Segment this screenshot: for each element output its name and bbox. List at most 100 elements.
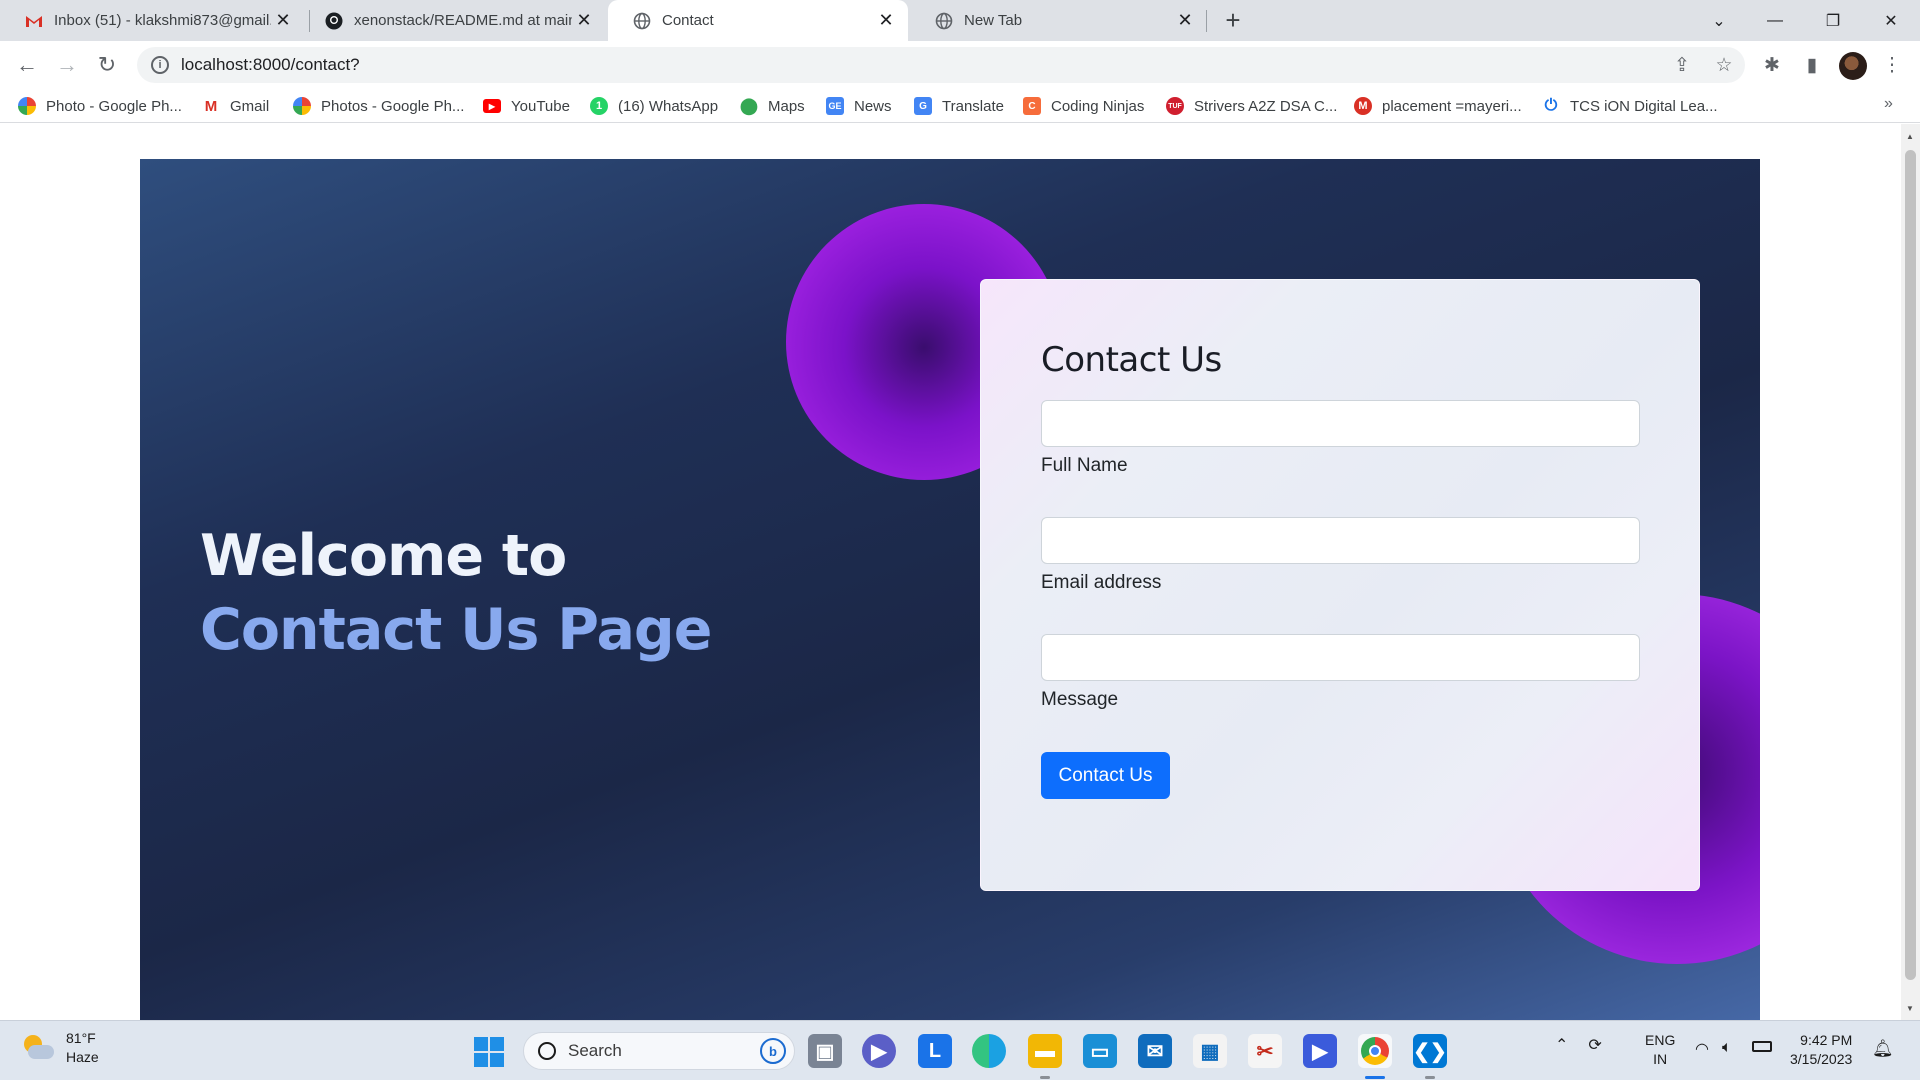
bookmark-label: TCS iON Digital Lea... bbox=[1570, 97, 1718, 115]
url-text[interactable]: localhost:8000/contact? bbox=[181, 55, 360, 75]
reload-icon[interactable]: ↻ bbox=[91, 49, 123, 81]
clock-date: 3/15/2023 bbox=[1790, 1051, 1853, 1067]
microsoft-store-icon[interactable]: ▦ bbox=[1193, 1034, 1227, 1068]
email-input[interactable] bbox=[1041, 517, 1640, 564]
contact-us-button[interactable]: Contact Us bbox=[1041, 752, 1170, 799]
task-view-icon[interactable]: ▣ bbox=[808, 1034, 842, 1068]
bookmark-photos-google[interactable]: Photos - Google Ph... bbox=[293, 95, 464, 117]
site-info-icon[interactable]: i bbox=[151, 56, 169, 74]
bing-icon[interactable]: b bbox=[760, 1038, 786, 1064]
snipping-tool-icon[interactable]: ✂ bbox=[1248, 1034, 1282, 1068]
browser-toolbar: ← → ↻ i localhost:8000/contact? ⇪ ☆ ✱ ▮ … bbox=[0, 41, 1920, 89]
bookmark-news[interactable]: GE News bbox=[826, 95, 892, 117]
welcome-line-1: Welcome to bbox=[200, 523, 567, 589]
page-scrollbar[interactable]: ▲ ▼ bbox=[1901, 124, 1920, 1020]
wifi-icon[interactable]: ◠ bbox=[1695, 1039, 1709, 1059]
scrollbar-thumb[interactable] bbox=[1905, 150, 1916, 980]
battery-icon[interactable] bbox=[1752, 1041, 1772, 1052]
taskbar-search-box[interactable]: Search b bbox=[523, 1032, 795, 1070]
app-l-icon[interactable]: L bbox=[918, 1034, 952, 1068]
youtube-icon: ▶ bbox=[483, 99, 501, 113]
file-explorer-icon[interactable]: ▬ bbox=[1028, 1034, 1062, 1068]
forward-arrow-icon[interactable]: → bbox=[51, 49, 83, 81]
tab-inbox[interactable]: Inbox (51) - klakshmi873@gmail. ✕ bbox=[0, 0, 305, 41]
bookmark-strivers[interactable]: TUF Strivers A2Z DSA C... bbox=[1166, 95, 1337, 117]
side-panel-icon[interactable]: ▮ bbox=[1800, 53, 1824, 77]
message-input[interactable] bbox=[1041, 634, 1640, 681]
bookmark-label: News bbox=[854, 97, 892, 115]
tab-title: Inbox (51) - klakshmi873@gmail. bbox=[54, 12, 271, 29]
tab-separator bbox=[1206, 10, 1207, 32]
power-icon: ⏻ bbox=[1544, 97, 1558, 114]
clock-time: 9:42 PM bbox=[1800, 1032, 1853, 1048]
minimize-icon[interactable]: ― bbox=[1752, 0, 1798, 41]
close-window-icon[interactable]: ✕ bbox=[1868, 0, 1914, 41]
bookmark-label: Strivers A2Z DSA C... bbox=[1194, 97, 1338, 115]
desktop-icon[interactable]: ▭ bbox=[1083, 1034, 1117, 1068]
close-tab-icon[interactable]: ✕ bbox=[271, 9, 295, 33]
bookmark-placement[interactable]: M placement =mayeri... bbox=[1354, 95, 1522, 117]
close-tab-icon[interactable]: ✕ bbox=[874, 9, 898, 33]
translate-icon: G bbox=[914, 97, 932, 115]
bookmark-tcs-ion[interactable]: ⏻ TCS iON Digital Lea... bbox=[1542, 95, 1718, 117]
address-bar[interactable]: i localhost:8000/contact? bbox=[137, 47, 1745, 83]
menu-kebab-icon[interactable]: ⋮ bbox=[1880, 53, 1904, 77]
more-bookmarks-icon[interactable]: » bbox=[1884, 95, 1893, 113]
coding-ninjas-icon: C bbox=[1023, 97, 1041, 115]
welcome-heading: Welcome to Contact Us Page bbox=[200, 519, 712, 667]
bookmark-label: Translate bbox=[942, 97, 1004, 115]
bookmark-label: Maps bbox=[768, 97, 805, 115]
news-icon: GE bbox=[826, 97, 844, 115]
full-name-input[interactable] bbox=[1041, 400, 1640, 447]
close-tab-icon[interactable]: ✕ bbox=[1173, 9, 1197, 33]
full-name-label: Full Name bbox=[1041, 455, 1128, 476]
language-indicator[interactable]: ENG IN bbox=[1645, 1031, 1675, 1069]
tab-contact[interactable]: Contact ✕ bbox=[608, 0, 908, 41]
notification-bell-icon[interactable]: 🔔︎ bbox=[1872, 1039, 1894, 1059]
whatsapp-icon: 1 bbox=[590, 97, 608, 115]
gmail-icon: M bbox=[204, 97, 218, 115]
bookmark-coding-ninjas[interactable]: C Coding Ninjas bbox=[1023, 95, 1144, 117]
media-player-icon[interactable]: ▶ bbox=[1303, 1034, 1337, 1068]
chrome-icon[interactable] bbox=[1358, 1034, 1392, 1068]
bookmark-youtube[interactable]: ▶ YouTube bbox=[483, 95, 570, 117]
close-tab-icon[interactable]: ✕ bbox=[572, 9, 596, 33]
bookmark-star-icon[interactable]: ☆ bbox=[1712, 53, 1736, 77]
contact-form-card: Contact Us Full Name Email address Messa… bbox=[980, 279, 1700, 891]
vscode-icon[interactable]: ❮❯ bbox=[1413, 1034, 1447, 1068]
new-tab-button[interactable]: + bbox=[1220, 7, 1246, 34]
bookmark-translate[interactable]: G Translate bbox=[914, 95, 1004, 117]
tab-search-chevron-icon[interactable]: ⌄ bbox=[1696, 0, 1742, 41]
page-viewport: Welcome to Contact Us Page Contact Us Fu… bbox=[0, 124, 1901, 1020]
system-tray: ⌃ ⟳ bbox=[1555, 1035, 1622, 1055]
bookmark-maps[interactable]: ⬤ Maps bbox=[740, 95, 805, 117]
extensions-puzzle-icon[interactable]: ✱ bbox=[1760, 53, 1784, 77]
weather-haze-icon bbox=[20, 1033, 56, 1063]
scroll-down-icon[interactable]: ▼ bbox=[1906, 1004, 1914, 1013]
bookmark-gmail[interactable]: M Gmail bbox=[202, 95, 269, 117]
sync-icon[interactable]: ⟳ bbox=[1588, 1035, 1601, 1055]
system-clock[interactable]: 9:42 PM 3/15/2023 bbox=[1790, 1031, 1852, 1069]
tab-github[interactable]: xenonstack/README.md at main ✕ bbox=[300, 0, 606, 41]
back-arrow-icon[interactable]: ← bbox=[11, 49, 43, 81]
scroll-up-icon[interactable]: ▲ bbox=[1906, 132, 1914, 141]
profile-avatar[interactable] bbox=[1839, 52, 1867, 80]
edge-icon[interactable] bbox=[972, 1034, 1006, 1068]
running-indicator bbox=[1040, 1076, 1050, 1079]
maps-icon: ⬤ bbox=[740, 98, 758, 115]
chevron-up-icon[interactable]: ⌃ bbox=[1555, 1035, 1568, 1055]
bookmark-photo-google[interactable]: Photo - Google Ph... bbox=[18, 95, 182, 117]
restore-icon[interactable]: ❐ bbox=[1810, 0, 1856, 41]
share-icon[interactable]: ⇪ bbox=[1670, 53, 1694, 77]
volume-icon[interactable]: 🔈︎ bbox=[1722, 1039, 1732, 1057]
windows-start-icon[interactable] bbox=[474, 1037, 504, 1067]
search-placeholder: Search bbox=[568, 1041, 622, 1060]
teams-chat-icon[interactable]: ▶ bbox=[862, 1034, 896, 1068]
weather-widget[interactable]: 81°F Haze bbox=[20, 1029, 99, 1067]
mail-icon[interactable]: ✉ bbox=[1138, 1034, 1172, 1068]
tab-title: Contact bbox=[662, 12, 714, 29]
tab-new-tab[interactable]: New Tab ✕ bbox=[910, 0, 1207, 41]
language-code: ENG bbox=[1645, 1032, 1676, 1048]
bookmark-whatsapp[interactable]: 1 (16) WhatsApp bbox=[590, 95, 718, 117]
tab-title: xenonstack/README.md at main bbox=[354, 12, 572, 29]
